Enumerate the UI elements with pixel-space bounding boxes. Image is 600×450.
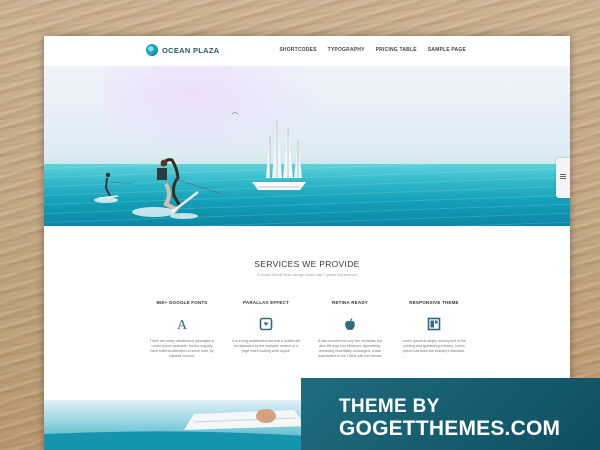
hero-banner xyxy=(44,66,570,226)
site-header: OCEAN PLAZA SHORTCODES TYPOGRAPHY PRICIN… xyxy=(44,36,570,66)
svg-text:A: A xyxy=(177,318,188,331)
theme-credit-badge[interactable]: THEME BY GOGETTHEMES.COM xyxy=(301,378,600,450)
feature-responsive-theme: RESPONSIVE THEME Lorem Ipsum is simply d… xyxy=(394,300,474,354)
nav-item-shortcodes[interactable]: SHORTCODES xyxy=(279,47,316,53)
badge-site-name: GOGETTHEMES.COM xyxy=(339,417,561,440)
menu-icon xyxy=(560,174,566,175)
feature-text: It is a long established fact that a rea… xyxy=(232,339,300,353)
feature-text: It has survived not only five centuries,… xyxy=(317,339,383,358)
feature-text: There are many variations of passages of… xyxy=(149,339,215,358)
nav-item-typography[interactable]: TYPOGRAPHY xyxy=(328,47,365,53)
main-nav: SHORTCODES TYPOGRAPHY PRICING TABLE SAMP… xyxy=(279,47,466,53)
feature-title: RETINA READY xyxy=(332,300,368,305)
features-grid: 650+ GOOGLE FONTS A There are many varia… xyxy=(142,300,472,380)
logo-icon[interactable] xyxy=(146,44,158,56)
sailing-ship xyxy=(252,121,306,190)
seagull xyxy=(231,111,239,115)
services-title: SERVICES WE PROVIDE xyxy=(254,259,360,269)
feature-google-fonts: 650+ GOOGLE FONTS A There are many varia… xyxy=(142,300,222,359)
feature-text: Lorem Ipsum is simply dummy text of the … xyxy=(402,339,466,353)
font-icon: A xyxy=(177,318,188,331)
water-skier-back xyxy=(99,172,135,199)
layout-icon xyxy=(427,317,441,331)
services-subtitle: A smart WordPress design team has 7 year… xyxy=(257,272,357,277)
feature-retina-ready: RETINA READY It has survived not only fi… xyxy=(310,300,390,359)
hero-illustration xyxy=(94,111,306,219)
badge-theme-by: THEME BY xyxy=(339,396,440,417)
feature-title: 650+ GOOGLE FONTS xyxy=(156,300,208,305)
badge-corner-cut xyxy=(300,377,322,450)
feature-parallax-effect: PARALLAX EFFECT It is a long established… xyxy=(226,300,306,354)
side-panel-toggle[interactable] xyxy=(556,158,570,198)
nav-item-pricing-table[interactable]: PRICING TABLE xyxy=(376,47,417,53)
feature-title: RESPONSIVE THEME xyxy=(409,300,459,305)
logo-text[interactable]: OCEAN PLAZA xyxy=(162,46,219,55)
water-skier-front xyxy=(157,158,223,213)
water-spray xyxy=(94,197,198,219)
apple-icon xyxy=(345,318,355,330)
feature-title: PARALLAX EFFECT xyxy=(243,300,289,305)
nav-item-sample-page[interactable]: SAMPLE PAGE xyxy=(428,47,466,53)
parallax-icon xyxy=(259,317,273,331)
